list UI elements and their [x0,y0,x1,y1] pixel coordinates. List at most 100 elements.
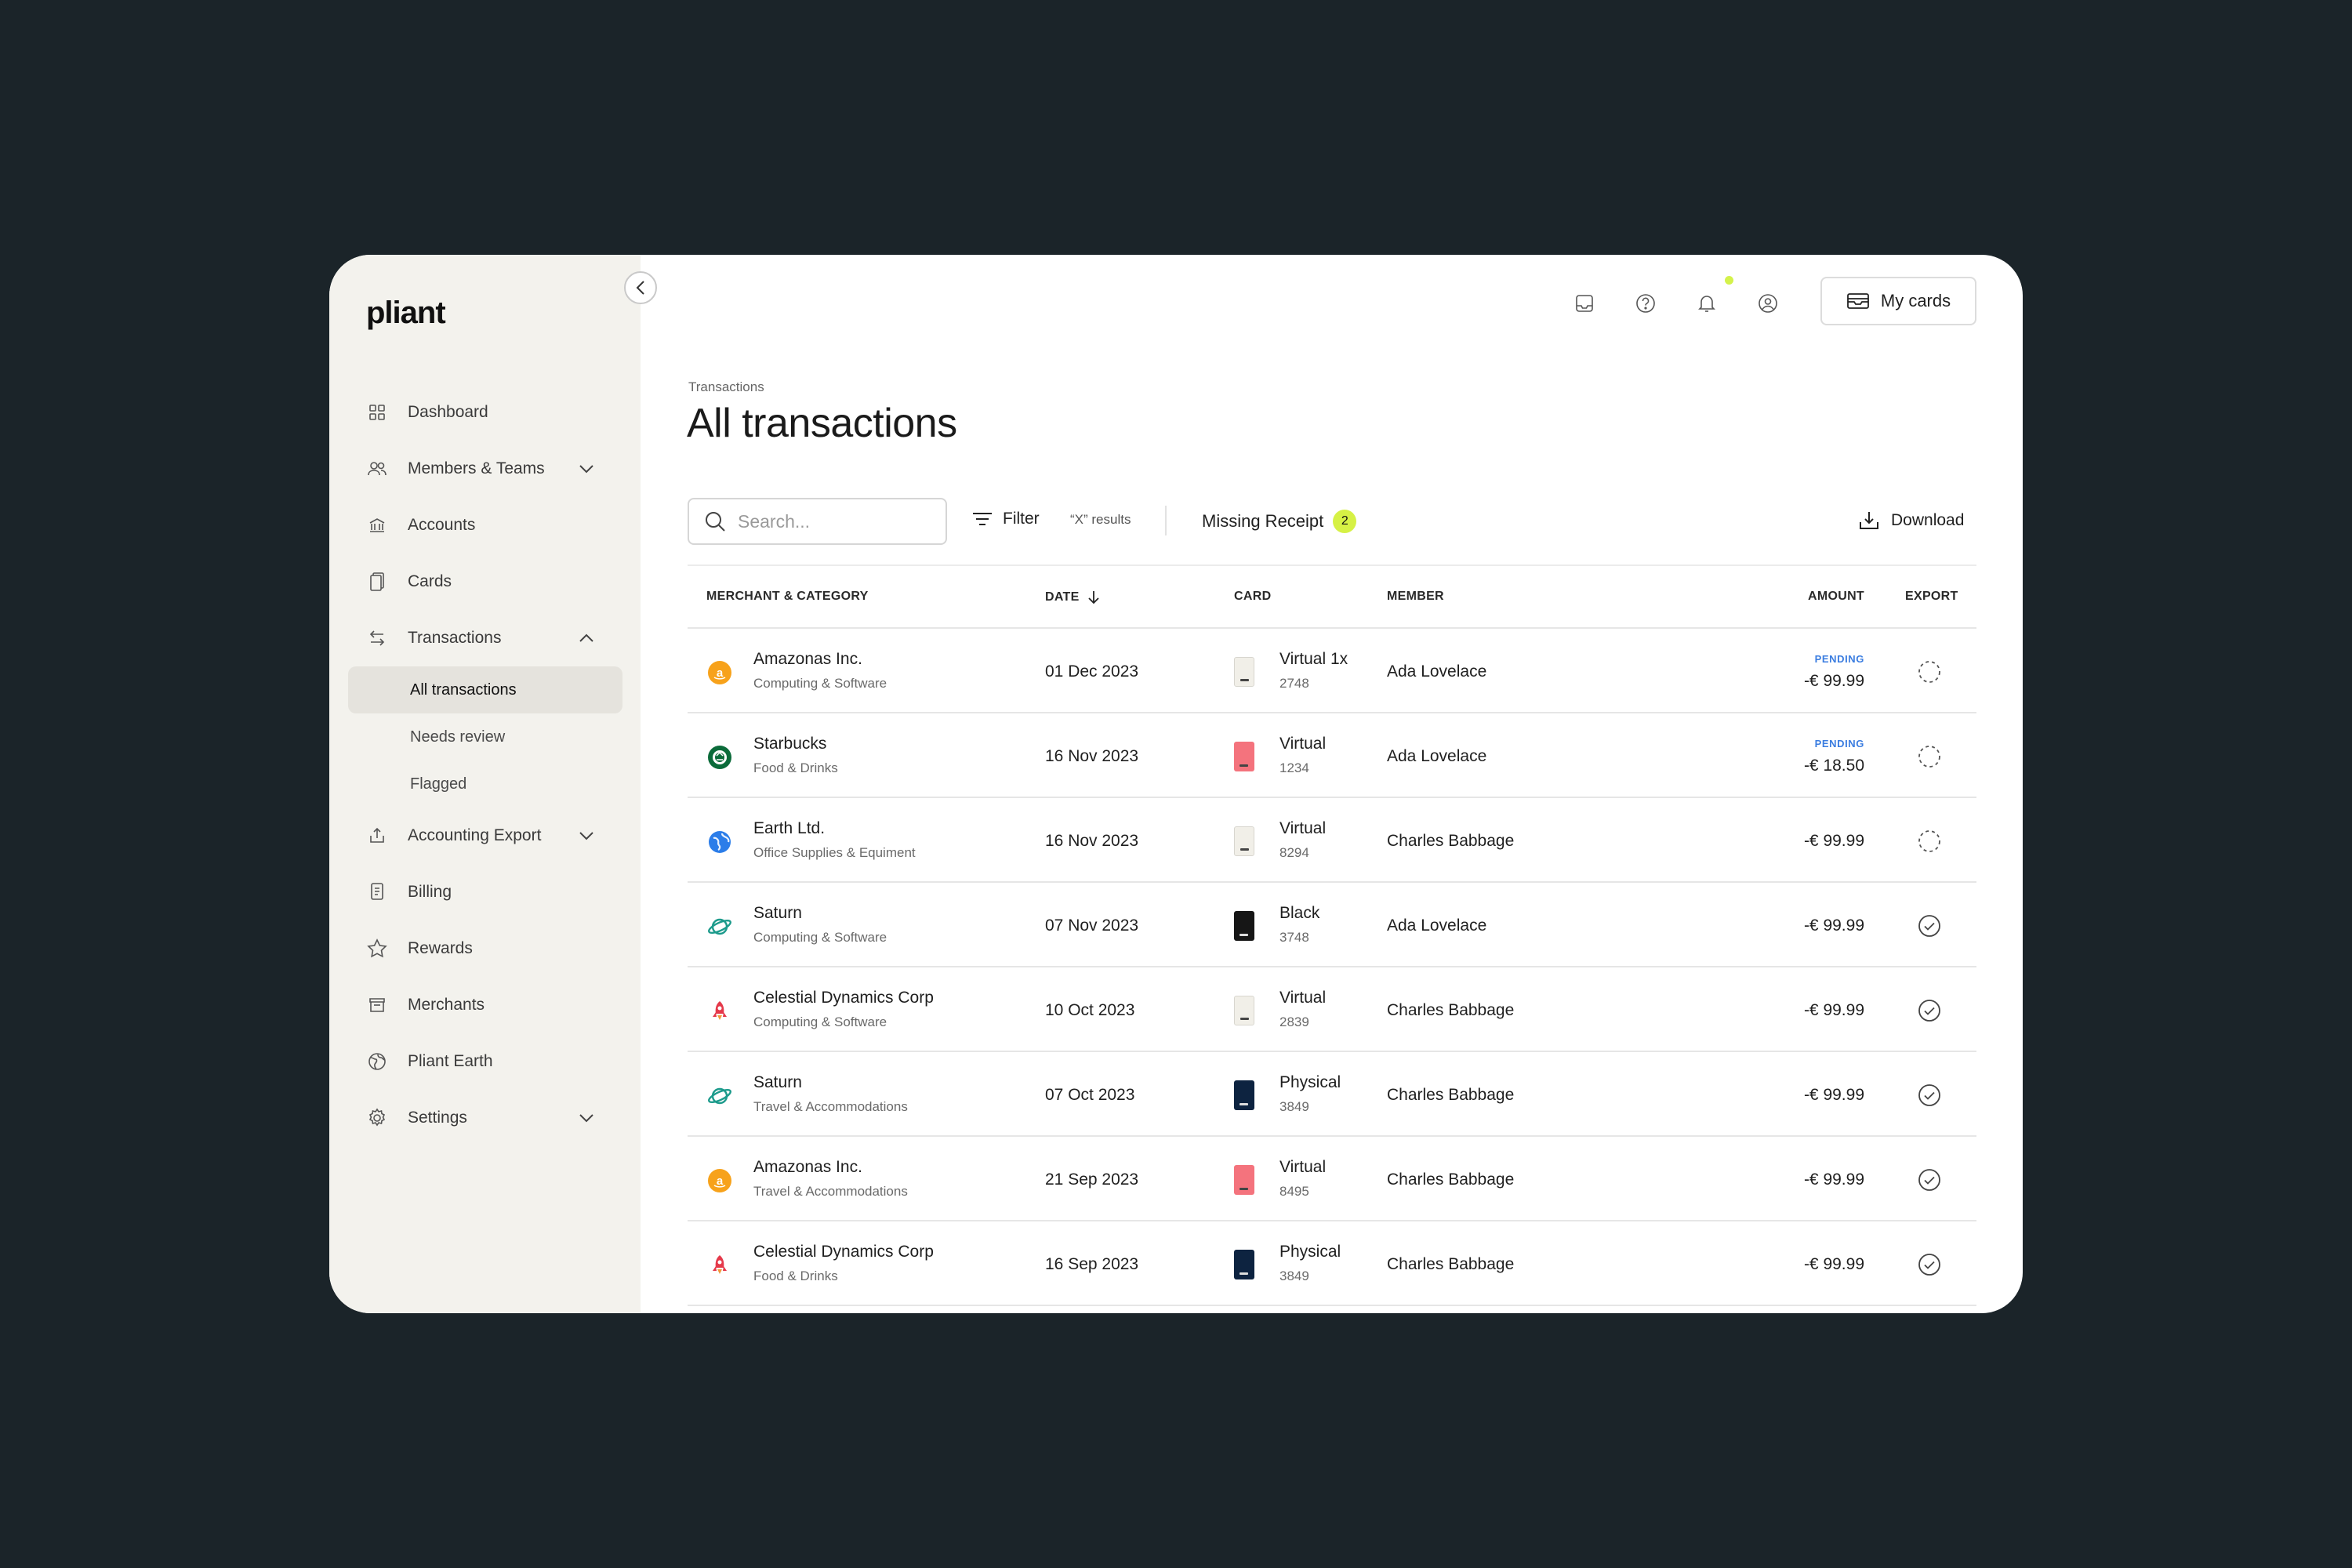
sidebar-item-members-teams[interactable]: Members & Teams [348,441,622,497]
card-thumbnail [1234,996,1254,1025]
sidebar-subitem-needs-review[interactable]: Needs review [348,713,622,760]
table-row[interactable]: Celestial Dynamics Corp Computing & Softw… [688,967,1976,1052]
member-name: Charles Babbage [1387,1001,1515,1019]
card-thumbnail [1234,826,1254,856]
card-last-four: 8495 [1279,1184,1309,1199]
chevron-up-icon[interactable] [575,627,597,649]
transaction-amount: -€ 99.99 [1803,916,1864,935]
export-pending-icon[interactable] [1917,829,1942,854]
billing-icon [366,881,388,903]
star-icon [366,938,388,960]
sidebar-item-label: Settings [408,1109,467,1127]
table-row[interactable]: Starbucks Food & Drinks 16 Nov 2023 Virtual… [688,713,1976,798]
download-button[interactable]: Download [1858,510,1964,532]
bell-icon[interactable] [1693,290,1720,317]
sidebar-item-pliant-earth[interactable]: Pliant Earth [348,1033,622,1090]
column-header-date[interactable]: DATE [1045,590,1100,605]
results-count: “X” results [1070,512,1131,527]
card-type: Physical [1279,1073,1341,1091]
download-label: Download [1891,511,1965,529]
inbox-icon[interactable] [1571,290,1598,317]
sidebar-item-cards[interactable]: Cards [348,554,622,610]
transaction-amount: -€ 99.99 [1803,832,1864,850]
sidebar-item-label: Transactions [408,629,502,647]
rocket-icon [706,1252,733,1279]
amazon-icon: a [706,659,733,686]
sidebar-item-merchants[interactable]: Merchants [348,977,622,1033]
sidebar-item-dashboard[interactable]: Dashboard [348,384,622,441]
column-header-amount[interactable]: AMOUNT [1808,590,1864,604]
missing-receipt-label: Missing Receipt [1202,511,1324,531]
filter-button[interactable]: Filter [971,510,1040,528]
merchant-name: Earth Ltd. [753,819,826,837]
users-icon [366,458,388,480]
sidebar-item-transactions[interactable]: Transactions [348,610,622,666]
cards-icon [366,571,388,593]
transaction-date: 16 Nov 2023 [1045,747,1139,765]
export-pending-icon[interactable] [1917,744,1942,769]
merchant-category: Computing & Software [753,1014,887,1029]
download-icon [1860,512,1878,529]
column-header-merchant[interactable]: MERCHANT & CATEGORY [706,590,869,604]
card-type: Black [1279,904,1320,922]
sidebar-item-rewards[interactable]: Rewards [348,920,622,977]
profile-icon[interactable] [1755,290,1781,317]
card-last-four: 2748 [1279,676,1309,691]
merchant-name: Celestial Dynamics Corp [753,1243,934,1261]
sidebar-item-accounting-export[interactable]: Accounting Export [348,808,622,864]
sidebar-item-settings[interactable]: Settings [348,1090,622,1146]
saturn-icon [706,1083,733,1109]
missing-receipt-filter[interactable]: Missing Receipt 2 [1202,510,1357,533]
sidebar-item-label: Cards [408,572,452,590]
table-row[interactable]: Earth Ltd. Office Supplies & Equiment 16 N… [688,798,1976,883]
export-done-icon[interactable] [1917,1083,1942,1108]
table-row[interactable]: a Amazonas Inc. Travel & Accommodations 21 … [688,1137,1976,1221]
chevron-down-icon[interactable] [575,1107,597,1129]
member-name: Charles Babbage [1387,1255,1515,1273]
pliant-logo[interactable]: pliant [366,296,446,331]
card-last-four: 3849 [1279,1269,1309,1283]
column-header-export[interactable]: EXPORT [1905,590,1958,604]
merchant-category: Computing & Software [753,930,887,945]
export-icon [366,825,388,847]
merchant-category: Travel & Accommodations [753,1099,908,1114]
wallet-icon [1846,293,1869,309]
rocket-icon [706,998,733,1025]
export-done-icon[interactable] [1917,1167,1942,1192]
dashboard-icon [366,401,388,423]
transactions-table: MERCHANT & CATEGORY DATE CARD MEMBER AMO… [688,564,1976,1306]
card-last-four: 8294 [1279,845,1309,860]
chevron-left-icon [636,281,644,295]
table-row[interactable]: Saturn Travel & Accommodations 07 Oct 2023… [688,1052,1976,1137]
status-badge: PENDING [1814,738,1864,750]
transaction-date: 10 Oct 2023 [1045,1001,1135,1019]
export-done-icon[interactable] [1917,913,1942,938]
chevron-down-icon[interactable] [575,458,597,480]
sidebar-subitem-all-transactions[interactable]: All transactions [348,666,622,713]
table-row[interactable]: a Amazonas Inc. Computing & Software 01 Dec… [688,629,1976,713]
collapse-sidebar-button[interactable] [624,271,657,304]
export-pending-icon[interactable] [1917,659,1942,684]
sidebar-item-accounts[interactable]: Accounts [348,497,622,554]
sort-arrow-down-icon [1087,591,1099,604]
amazon-icon: a [706,1167,733,1194]
table-row[interactable]: Celestial Dynamics Corp Food & Drinks 16 S… [688,1221,1976,1306]
chevron-down-icon[interactable] [575,825,597,847]
member-name: Ada Lovelace [1387,662,1487,681]
help-icon[interactable] [1632,290,1659,317]
breadcrumb[interactable]: Transactions [688,379,764,395]
earth-icon [706,829,733,855]
table-header: MERCHANT & CATEGORY DATE CARD MEMBER AMO… [688,564,1976,629]
column-header-card[interactable]: CARD [1234,590,1271,604]
column-header-member[interactable]: MEMBER [1387,590,1444,604]
export-done-icon[interactable] [1917,998,1942,1023]
sidebar-item-billing[interactable]: Billing [348,864,622,920]
my-cards-button[interactable]: My cards [1820,277,1976,325]
sidebar: pliant Dashboard Members & Teams Account… [329,255,641,1313]
transaction-amount: -€ 99.99 [1803,1171,1864,1189]
sidebar-subitem-flagged[interactable]: Flagged [348,760,622,808]
table-row[interactable]: Saturn Computing & Software 07 Nov 2023 Bla… [688,883,1976,967]
status-badge: PENDING [1814,653,1864,665]
search-input[interactable]: Search... [688,498,947,545]
export-done-icon[interactable] [1917,1252,1942,1277]
